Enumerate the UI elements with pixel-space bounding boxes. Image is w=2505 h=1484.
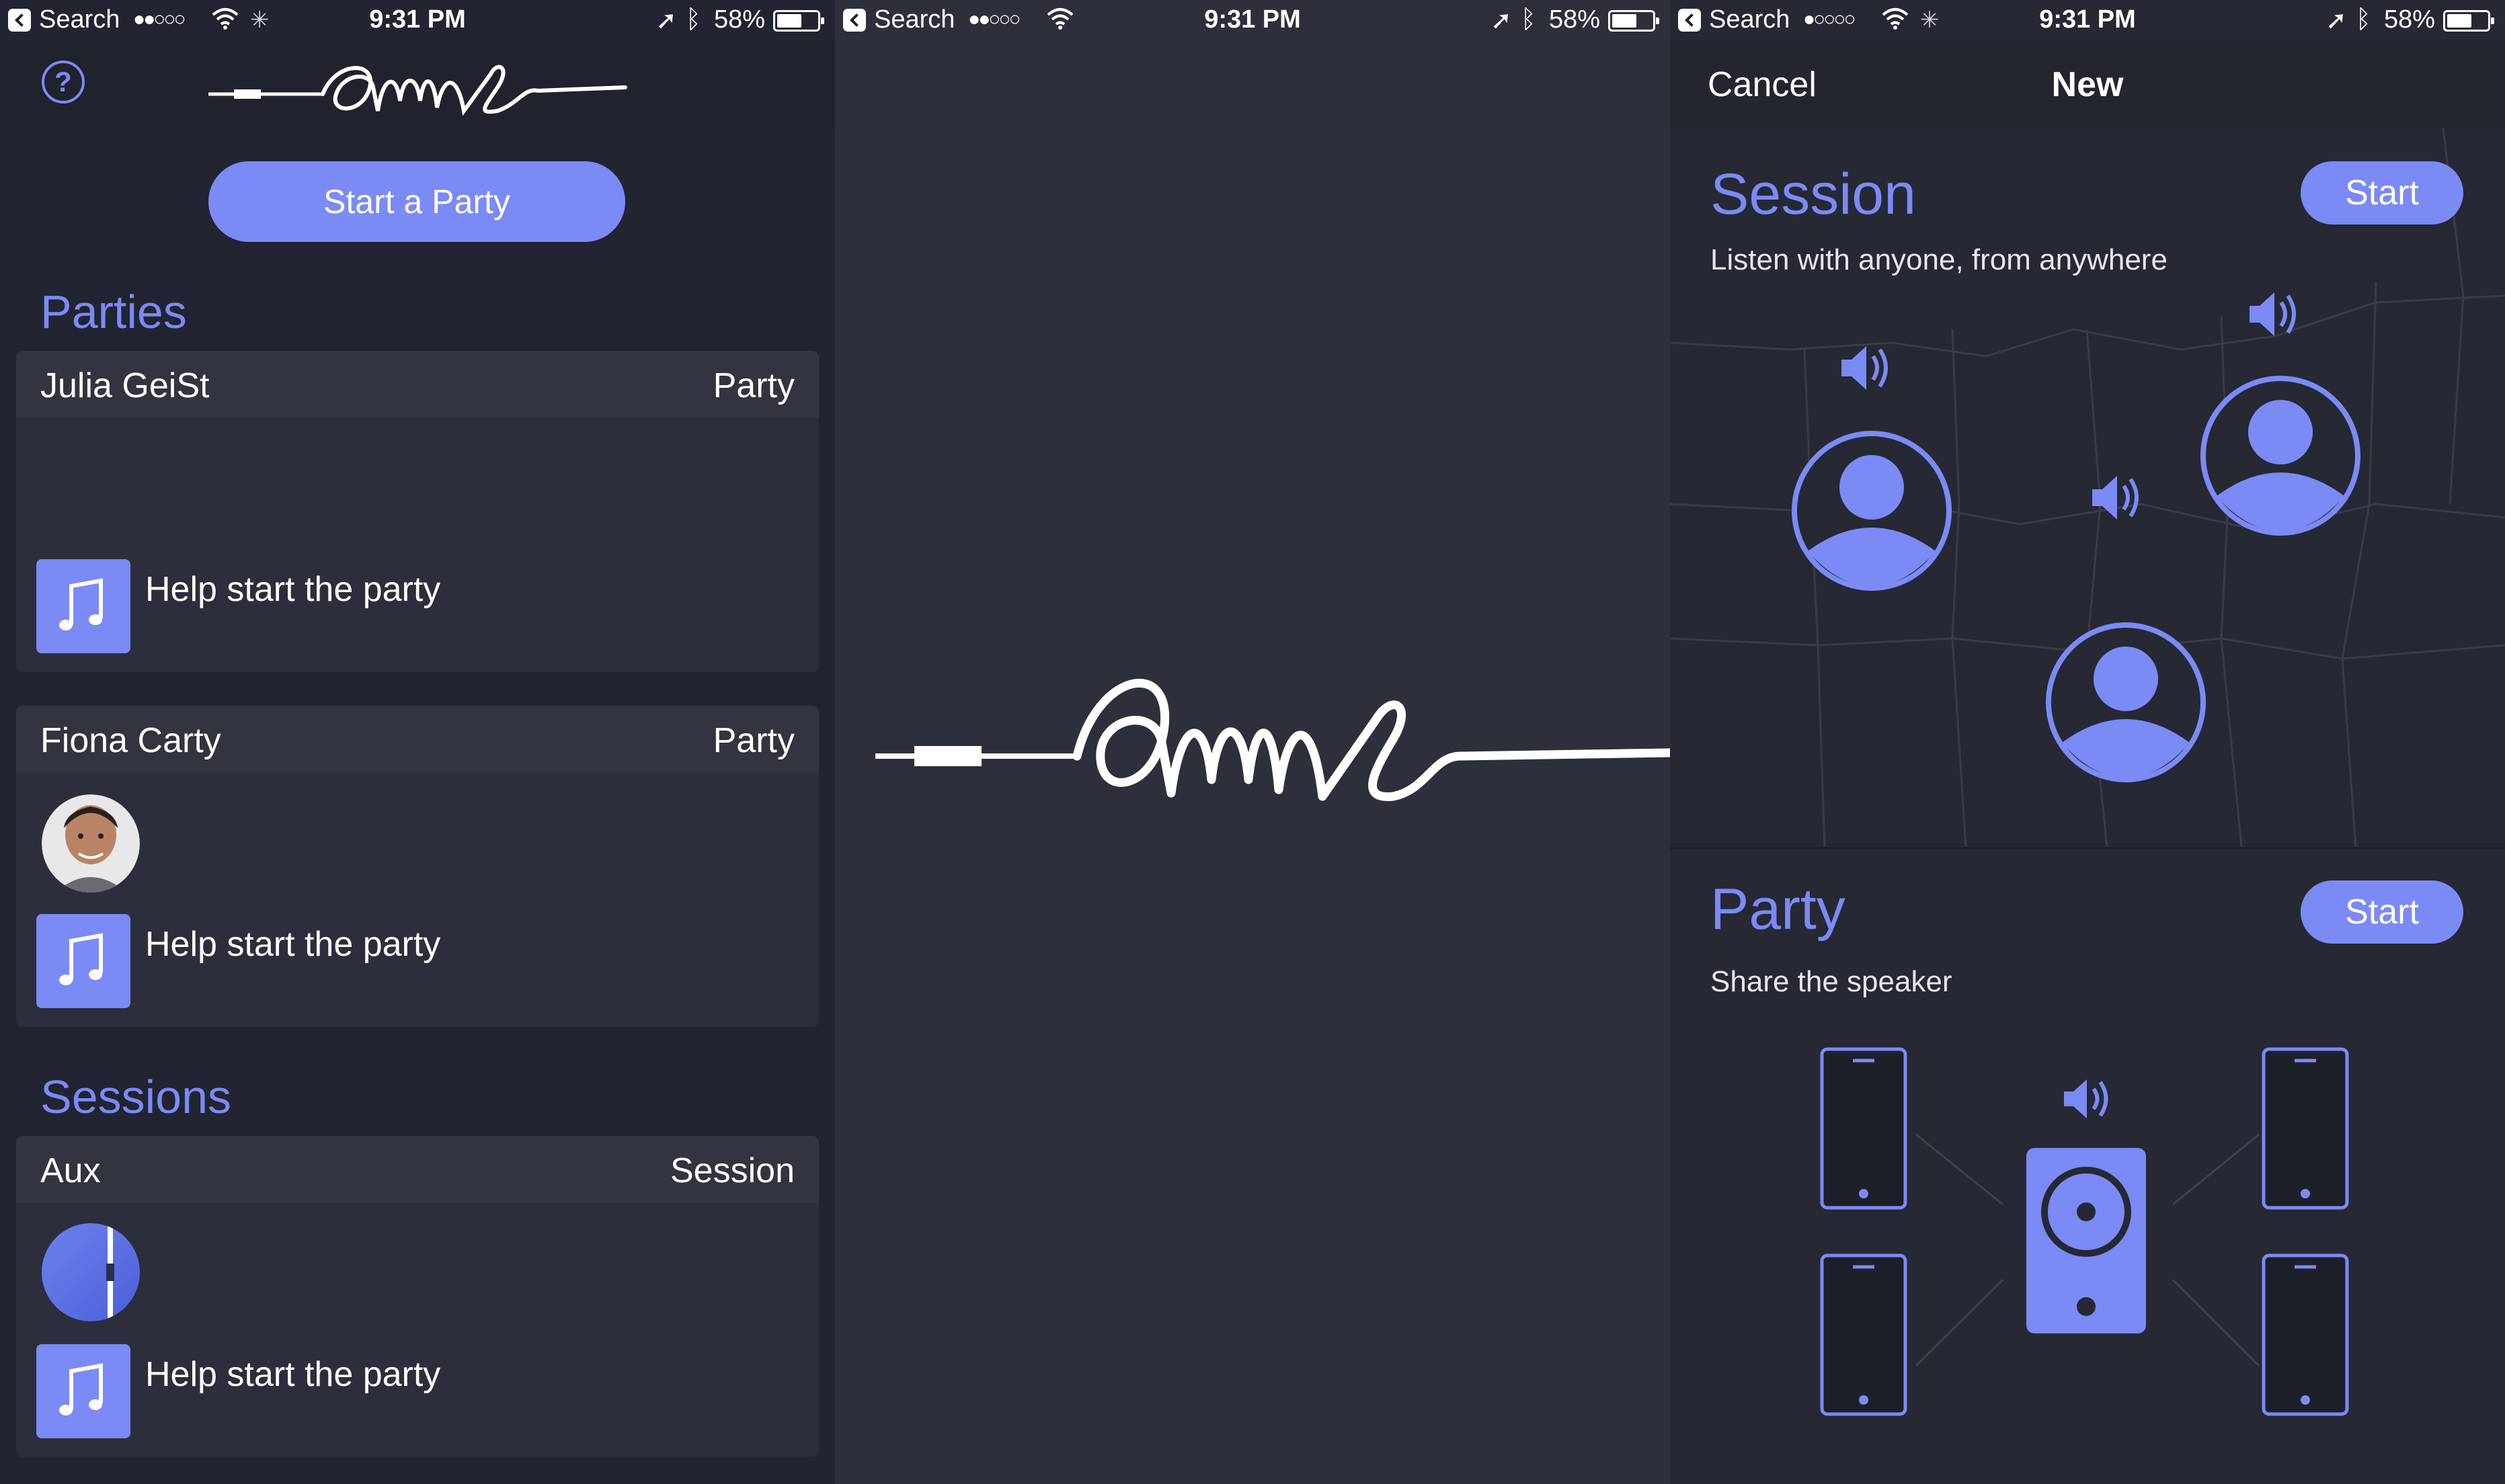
battery-icon <box>2443 10 2494 32</box>
question-icon[interactable]: ? <box>42 60 85 104</box>
party-section: Party Share the speaker Start <box>1670 850 2505 1484</box>
speaker-icon <box>2092 476 2139 520</box>
splash-screen: Search ●●○○○ 9:31 PM ➚ ᛒ 58% <box>835 0 1670 1484</box>
party-card[interactable]: Fiona Carty Party Help start the party <box>16 706 819 1027</box>
clock: 9:31 PM <box>1204 5 1301 34</box>
sessions-section-title: Sessions <box>40 1071 232 1123</box>
nav-title: New <box>2051 65 2124 104</box>
start-a-party-button[interactable]: Start a Party <box>208 161 625 242</box>
phone-icon <box>2262 1047 2349 1210</box>
bluetooth-icon: ᛒ <box>686 5 701 34</box>
help-start-party-label[interactable]: Help start the party <box>145 569 440 610</box>
session-section: Session Listen with anyone, from anywher… <box>1670 128 2505 847</box>
clock: 9:31 PM <box>369 5 466 34</box>
parties-section-title: Parties <box>40 286 187 338</box>
music-note-icon[interactable] <box>36 559 130 653</box>
party-type-label: Party <box>713 721 795 760</box>
aux-logo <box>208 65 627 116</box>
clock: 9:31 PM <box>2039 5 2136 34</box>
status-bar: Search ●●○○○ 9:31 PM ➚ ᛒ 58% <box>835 0 1670 40</box>
bluetooth-icon: ᛒ <box>1521 5 1536 34</box>
battery-percent: 58% <box>714 5 766 34</box>
music-note-icon[interactable] <box>36 1344 130 1438</box>
home-screen: Search ●●○○○ ✳ 9:31 PM ➚ ᛒ 58% ? Start a… <box>0 0 835 1484</box>
status-bar: Search ●●○○○ ✳ 9:31 PM ➚ ᛒ 58% <box>0 0 835 40</box>
location-arrow-icon: ➚ <box>1490 7 1512 35</box>
party-host-name: Fiona Carty <box>40 721 221 760</box>
party-card[interactable]: Julia GeiSt Party Help start the party <box>16 351 819 672</box>
avatar <box>42 794 140 893</box>
person-icon <box>1792 431 1952 591</box>
session-type-label: Session <box>670 1151 795 1190</box>
location-arrow-icon: ➚ <box>655 7 677 35</box>
person-icon <box>2046 622 2206 782</box>
speaker-icon <box>2064 1079 2108 1118</box>
battery-icon <box>1608 10 1659 32</box>
aux-logo-large <box>875 678 1670 801</box>
session-illustration <box>1792 292 2360 782</box>
party-host-name: Julia GeiSt <box>40 366 210 405</box>
status-bar: Search ●○○○○ ✳ 9:31 PM ➚ ᛒ 58% <box>1670 0 2505 40</box>
music-note-icon[interactable] <box>36 914 130 1008</box>
help-start-party-label[interactable]: Help start the party <box>145 1354 440 1395</box>
battery-icon <box>773 10 824 32</box>
session-card[interactable]: Aux Session Help start the party <box>16 1136 819 1457</box>
aux-cable-avatar-icon <box>42 1223 140 1321</box>
help-start-party-label[interactable]: Help start the party <box>145 924 440 964</box>
location-arrow-icon: ➚ <box>2325 7 2347 35</box>
speaker-icon <box>1841 346 1888 390</box>
session-name: Aux <box>40 1151 101 1190</box>
phone-icon <box>1820 1253 1907 1416</box>
loudspeaker-icon <box>2026 1148 2146 1333</box>
party-illustration <box>1820 1047 2349 1416</box>
person-icon <box>2200 376 2360 536</box>
phone-icon <box>1820 1047 1907 1210</box>
phone-icon <box>2262 1253 2349 1416</box>
battery-percent: 58% <box>2384 5 2436 34</box>
battery-percent: 58% <box>1549 5 1601 34</box>
bluetooth-icon: ᛒ <box>2356 5 2371 34</box>
party-type-label: Party <box>713 366 795 405</box>
new-screen: Search ●○○○○ ✳ 9:31 PM ➚ ᛒ 58% Cancel Ne… <box>1670 0 2505 1484</box>
speaker-icon <box>2250 292 2296 336</box>
